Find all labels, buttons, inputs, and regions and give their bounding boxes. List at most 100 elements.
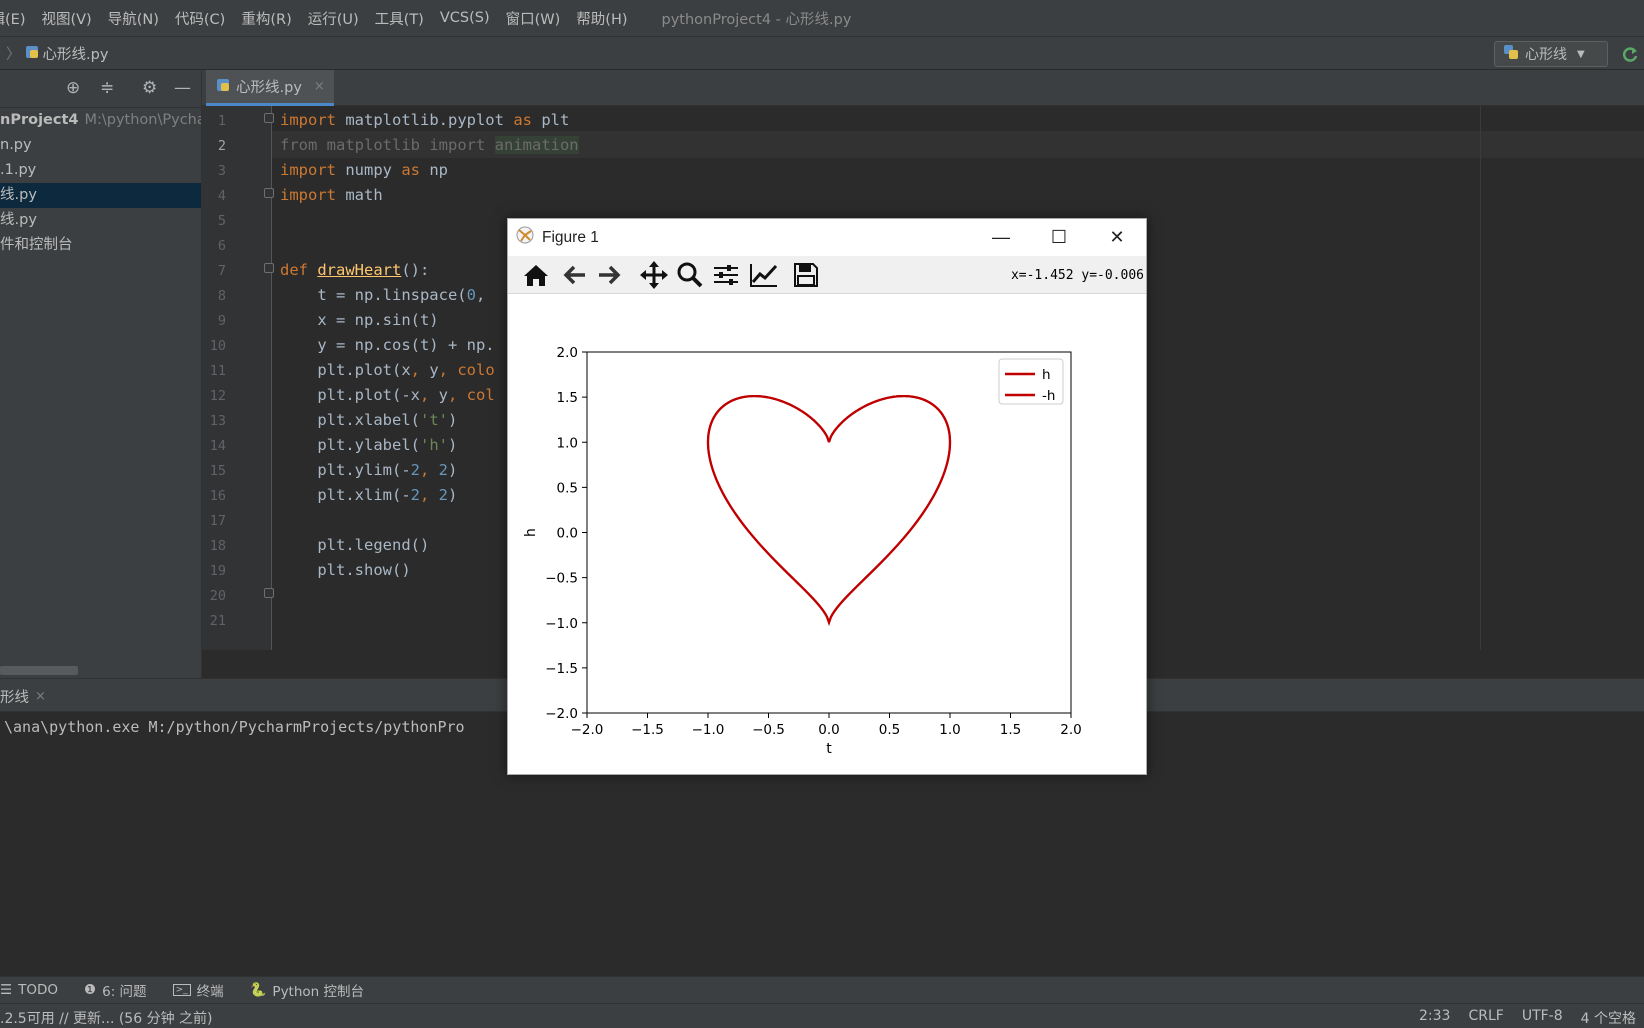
- figure-window: Figure 1 — ☐ ✕ x=-1.452 y=-0.006 −2.0 −1…: [507, 218, 1147, 775]
- run-config-label: 心形线: [1525, 47, 1567, 63]
- fold-marker-icon[interactable]: [264, 113, 274, 123]
- line-number: 9: [217, 313, 226, 329]
- project-tree-panel: ⊕ ≑ ⚙ — nProject4 M:\python\Pychar n.py .1…: [0, 70, 202, 678]
- line-number: 12: [209, 388, 226, 404]
- code-line[interactable]: plt.legend(): [280, 536, 429, 554]
- code-line[interactable]: plt.plot(-x, y, col: [280, 386, 494, 404]
- locate-icon[interactable]: ⊕: [66, 78, 80, 98]
- fold-marker-icon[interactable]: [264, 263, 274, 273]
- y-tick-label: −2.0: [545, 706, 578, 722]
- project-tree-item[interactable]: .1.py: [0, 158, 201, 183]
- menu-item[interactable]: 重构(R): [241, 8, 291, 29]
- rerun-icon[interactable]: [1620, 45, 1640, 65]
- project-tree-item[interactable]: 件和控制台: [0, 233, 201, 258]
- project-tree-item[interactable]: n.py: [0, 133, 201, 158]
- menu-item[interactable]: 视图(V): [41, 8, 91, 29]
- breadcrumb[interactable]: 〉 心形线.py: [6, 43, 108, 64]
- code-line[interactable]: from matplotlib import animation: [280, 136, 579, 154]
- line-number: 14: [209, 438, 226, 454]
- code-line[interactable]: plt.xlabel('t'): [280, 411, 457, 429]
- edit-axis-icon[interactable]: [748, 260, 780, 290]
- subplots-config-icon[interactable]: [710, 260, 742, 290]
- fold-marker-icon[interactable]: [264, 188, 274, 198]
- python-file-icon: [216, 78, 230, 96]
- y-tick-label: 1.0: [557, 435, 578, 451]
- code-line[interactable]: t = np.linspace(0,: [280, 286, 485, 304]
- menu-item[interactable]: VCS(S): [440, 10, 490, 26]
- code-line[interactable]: import matplotlib.pyplot as plt: [280, 111, 569, 129]
- tool-window-problems[interactable]: ❶ 6: 问题: [84, 980, 147, 1000]
- menu-item[interactable]: 帮助(H): [576, 8, 627, 29]
- menu-item[interactable]: 导航(N): [108, 8, 159, 29]
- code-line[interactable]: plt.ylabel('h'): [280, 436, 457, 454]
- run-tab-label: 形线: [0, 689, 29, 706]
- pan-icon[interactable]: [638, 260, 670, 290]
- home-icon[interactable]: [520, 260, 552, 290]
- line-number: 2: [217, 138, 226, 154]
- line-number: 10: [209, 338, 226, 354]
- minimize-icon[interactable]: —: [174, 78, 191, 98]
- tab-heart-file[interactable]: 心形线.py ×: [206, 70, 334, 106]
- menu-item[interactable]: 工具(T): [375, 8, 424, 29]
- line-separator[interactable]: CRLF: [1468, 1008, 1503, 1028]
- python-icon: [1503, 44, 1519, 64]
- file-encoding[interactable]: UTF-8: [1522, 1008, 1563, 1028]
- code-line[interactable]: import math: [280, 186, 383, 204]
- tool-window-todo[interactable]: ☰ TODO: [0, 982, 58, 998]
- caret-position[interactable]: 2:33: [1419, 1008, 1450, 1028]
- line-number: 7: [217, 263, 226, 279]
- fold-marker-icon[interactable]: [264, 588, 274, 598]
- tool-window-label: TODO: [18, 982, 59, 998]
- tool-window-terminal[interactable]: >_ 终端: [172, 980, 224, 1000]
- code-line[interactable]: plt.plot(x, y, colo: [280, 361, 494, 379]
- close-window-icon[interactable]: ✕: [1088, 219, 1146, 256]
- minimize-window-icon[interactable]: —: [972, 219, 1030, 256]
- run-command-output: \ana\python.exe M:/python/PycharmProject…: [4, 718, 465, 736]
- indent-setting[interactable]: 4 个空格: [1581, 1008, 1636, 1028]
- code-line[interactable]: plt.show(): [280, 561, 410, 579]
- y-tick-label: −0.5: [545, 571, 578, 587]
- x-tick-label: 0.5: [879, 722, 900, 738]
- heart-chart[interactable]: −2.0 −1.5 −1.0 −0.5 0.0 0.5 1.0 1.5 2.0 2.0 1.5 1.0…: [508, 295, 1146, 774]
- x-axis-label: t: [826, 741, 832, 757]
- project-tree-item[interactable]: 线.py: [0, 183, 201, 208]
- tool-window-python-console[interactable]: 🐍 Python 控制台: [250, 980, 364, 1000]
- menu-bar: 编辑(E) 视图(V) 导航(N) 代码(C) 重构(R) 运行(U) 工具(T) VCS(S…: [0, 0, 1644, 36]
- close-tab-icon[interactable]: ×: [35, 689, 46, 704]
- line-number: 17: [209, 513, 226, 529]
- forward-arrow-icon[interactable]: [594, 260, 626, 290]
- run-config-select[interactable]: 心形线 ▼: [1494, 41, 1608, 67]
- menu-item[interactable]: 编辑(E): [0, 8, 25, 29]
- x-tick-label: −0.5: [752, 722, 785, 738]
- code-line[interactable]: x = np.sin(t): [280, 311, 438, 329]
- project-root[interactable]: nProject4 M:\python\Pychar: [0, 108, 201, 133]
- code-line[interactable]: def drawHeart():: [280, 261, 429, 279]
- figure-titlebar[interactable]: Figure 1 — ☐ ✕: [508, 219, 1146, 256]
- navigation-bar: 〉 心形线.py 心形线 ▼: [0, 36, 1644, 70]
- y-axis-label: h: [523, 528, 539, 537]
- zoom-icon[interactable]: [674, 260, 706, 290]
- menu-item[interactable]: 运行(U): [308, 8, 359, 29]
- collapse-all-icon[interactable]: ≑: [100, 78, 114, 98]
- close-tab-icon[interactable]: ×: [314, 79, 325, 94]
- plot-area[interactable]: −2.0 −1.5 −1.0 −0.5 0.0 0.5 1.0 1.5 2.0 2.0 1.5 1.0…: [508, 295, 1146, 774]
- legend-entry: -h: [1042, 388, 1055, 404]
- save-icon[interactable]: [790, 260, 822, 290]
- horizontal-scrollbar[interactable]: [0, 666, 78, 675]
- project-tree-item[interactable]: 线.py: [0, 208, 201, 233]
- maximize-window-icon[interactable]: ☐: [1030, 219, 1088, 256]
- x-tick-label: −2.0: [571, 722, 604, 738]
- code-line[interactable]: plt.xlim(-2, 2): [280, 486, 457, 504]
- gear-icon[interactable]: ⚙: [142, 78, 157, 98]
- menu-item[interactable]: 代码(C): [175, 8, 225, 29]
- breadcrumb-file[interactable]: 心形线.py: [43, 43, 109, 64]
- x-tick-label: 1.0: [939, 722, 960, 738]
- run-tab[interactable]: 形线 ×: [0, 679, 52, 713]
- x-tick-label: −1.5: [631, 722, 664, 738]
- code-line[interactable]: plt.ylim(-2, 2): [280, 461, 457, 479]
- menu-item[interactable]: 窗口(W): [506, 8, 561, 29]
- code-line[interactable]: import numpy as np: [280, 161, 448, 179]
- code-line[interactable]: y = np.cos(t) + np.: [280, 336, 494, 354]
- back-arrow-icon[interactable]: [558, 260, 590, 290]
- status-message[interactable]: .2.5可用 // 更新... (56 分钟 之前): [0, 1008, 213, 1028]
